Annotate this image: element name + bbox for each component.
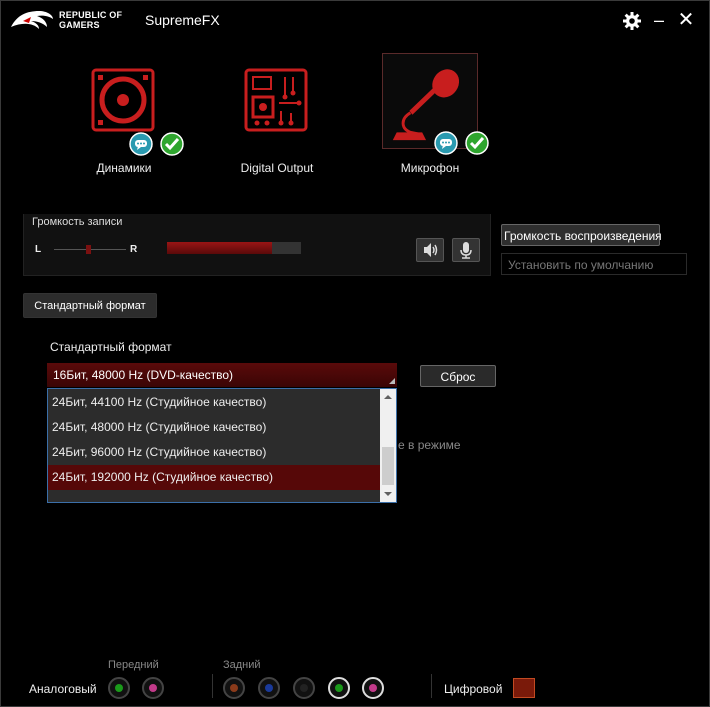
speaker-icon	[91, 68, 155, 132]
device-digital-output[interactable]: Digital Output	[229, 53, 325, 178]
record-volume-title: Громкость записи	[32, 216, 123, 228]
rear-panel-label: Задний	[223, 659, 261, 671]
combo-arrow-icon	[389, 378, 395, 384]
default-format-selected-value: 16Бит, 48000 Hz (DVD-качество)	[53, 368, 234, 382]
scrollbar-thumb[interactable]	[382, 447, 394, 485]
device-label: Динамики	[96, 161, 152, 175]
right-channel-label: R	[130, 244, 138, 255]
scroll-down-icon[interactable]	[380, 486, 396, 502]
default-format-select[interactable]: 16Бит, 48000 Hz (DVD-качество)	[47, 363, 397, 387]
scroll-up-icon[interactable]	[380, 389, 396, 405]
gear-icon[interactable]	[623, 12, 641, 30]
record-volume-slider[interactable]	[167, 242, 301, 254]
device-label: Digital Output	[240, 161, 314, 175]
speaker-toggle-icon[interactable]	[416, 238, 444, 262]
divider	[212, 674, 213, 698]
front-panel-label: Передний	[108, 659, 159, 671]
close-icon[interactable]: ✕	[676, 10, 696, 30]
brand-text: REPUBLIC OF GAMERS	[59, 10, 123, 30]
checkmark-icon	[465, 131, 489, 155]
record-volume-panel: Громкость записи L R	[23, 214, 491, 276]
left-channel-label: L	[35, 244, 42, 255]
minimize-icon[interactable]: –	[650, 11, 668, 29]
rear-jack-black[interactable]	[293, 677, 315, 699]
chat-bubble-icon	[434, 131, 458, 155]
record-volume-fill	[167, 242, 272, 254]
dropdown-option-highlighted[interactable]: 24Бит, 192000 Hz (Студийное качество)	[48, 465, 380, 490]
rog-logo-icon	[11, 11, 53, 29]
title-bar: REPUBLIC OF GAMERS SupremeFX – ✕	[1, 1, 709, 39]
set-default-button[interactable]: Установить по умолчанию	[501, 253, 687, 275]
format-dropdown-list[interactable]: 24Бит, 44100 Hz (Студийное качество) 24Б…	[47, 388, 397, 503]
microphone-toggle-icon[interactable]	[452, 238, 480, 262]
digital-label: Цифровой	[444, 682, 503, 696]
spdif-jack-icon[interactable]	[513, 678, 535, 698]
chat-bubble-icon	[129, 132, 153, 156]
device-label: Микрофон	[400, 161, 460, 175]
analog-label: Аналоговый	[29, 682, 97, 696]
default-format-label: Стандартный формат	[50, 340, 172, 354]
microphone-icon	[382, 53, 478, 149]
circuit-board-icon	[244, 68, 308, 132]
rear-jack-pink[interactable]	[362, 677, 384, 699]
rear-jack-orange[interactable]	[223, 677, 245, 699]
supremefx-window: REPUBLIC OF GAMERS SupremeFX – ✕ Динамик…	[0, 0, 710, 707]
reset-button[interactable]: Сброс	[420, 365, 496, 387]
dropdown-option[interactable]: 24Бит, 44100 Hz (Студийное качество)	[48, 390, 380, 415]
rear-jack-green[interactable]	[328, 677, 350, 699]
checkmark-icon	[160, 132, 184, 156]
front-jack-green[interactable]	[108, 677, 130, 699]
hidden-option-text: е в режиме	[398, 438, 461, 452]
dropdown-option[interactable]: 24Бит, 96000 Hz (Студийное качество)	[48, 440, 380, 465]
device-speakers[interactable]: Динамики	[76, 53, 184, 178]
app-title: SupremeFX	[145, 12, 220, 28]
device-microphone[interactable]: Микрофон	[382, 53, 489, 178]
dropdown-option[interactable]: 24Бит, 48000 Hz (Студийное качество)	[48, 415, 380, 440]
dropdown-scrollbar[interactable]	[380, 389, 396, 502]
front-jack-pink[interactable]	[142, 677, 164, 699]
tab-default-format[interactable]: Стандартный формат	[23, 293, 157, 318]
rear-jack-blue[interactable]	[258, 677, 280, 699]
balance-slider-thumb[interactable]	[86, 245, 91, 254]
playback-volume-button[interactable]: Громкость воспроизведения	[501, 224, 662, 246]
divider	[431, 674, 432, 698]
